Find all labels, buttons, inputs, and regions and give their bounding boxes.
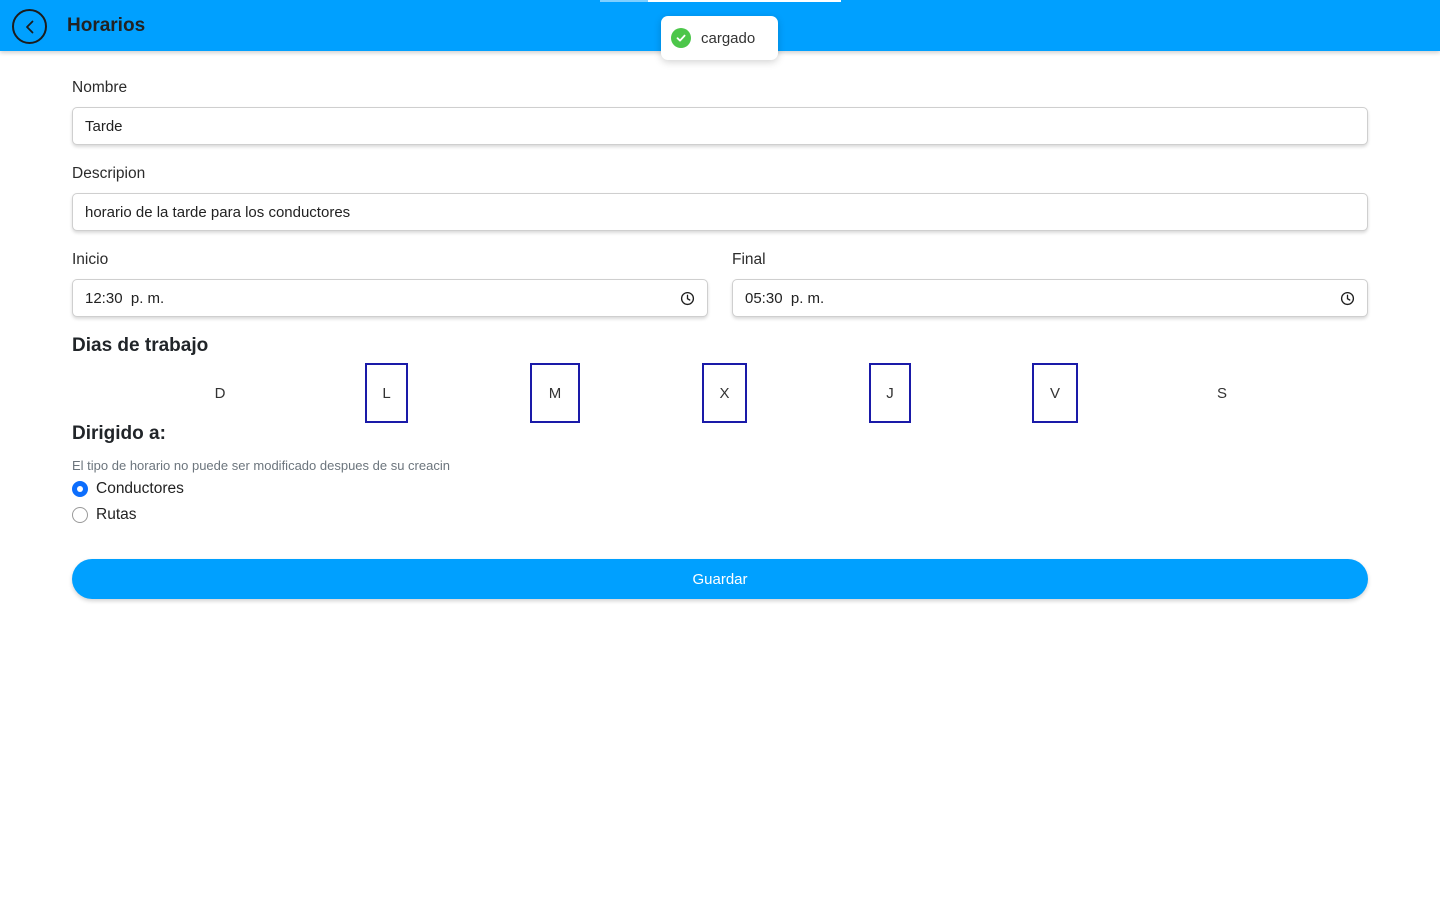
day-toggle-x[interactable]: X bbox=[702, 363, 747, 423]
radio-button[interactable] bbox=[72, 507, 88, 523]
toast-message: cargado bbox=[701, 29, 756, 47]
end-time-value: 05:30 p. m. bbox=[745, 289, 825, 307]
end-time-field[interactable]: 05:30 p. m. bbox=[732, 279, 1368, 317]
page-title: Horarios bbox=[67, 15, 146, 36]
name-value: Tarde bbox=[85, 117, 123, 135]
description-field[interactable]: horario de la tarde para los conductores bbox=[72, 193, 1368, 231]
chevron-left-icon bbox=[25, 20, 33, 33]
end-time-label: Final bbox=[732, 251, 766, 268]
workdays-title: Dias de trabajo bbox=[72, 335, 209, 356]
description-value: horario de la tarde para los conductores bbox=[85, 203, 351, 221]
day-toggle-s[interactable]: S bbox=[1202, 363, 1242, 423]
day-toggle-v[interactable]: V bbox=[1032, 363, 1078, 423]
loading-bar-fill bbox=[648, 0, 841, 2]
description-label: Descripion bbox=[72, 165, 146, 182]
name-field[interactable]: Tarde bbox=[72, 107, 1368, 145]
day-toggle-d[interactable]: D bbox=[200, 363, 240, 423]
clock-icon[interactable] bbox=[1340, 291, 1355, 306]
target-title: Dirigido a: bbox=[72, 423, 166, 444]
day-toggle-j[interactable]: J bbox=[869, 363, 911, 423]
day-toggle-l[interactable]: L bbox=[365, 363, 408, 423]
start-time-value: 12:30 p. m. bbox=[85, 289, 165, 307]
clock-icon[interactable] bbox=[680, 291, 695, 306]
start-time-label: Inicio bbox=[72, 251, 109, 268]
toast-notification: cargado bbox=[661, 16, 778, 60]
radio-option-conductores[interactable]: Conductores bbox=[72, 479, 184, 499]
radio-label: Rutas bbox=[96, 506, 137, 523]
radio-button[interactable] bbox=[72, 481, 88, 497]
target-hint: El tipo de horario no puede ser modifica… bbox=[72, 458, 450, 473]
day-toggle-m[interactable]: M bbox=[530, 363, 580, 423]
name-label: Nombre bbox=[72, 79, 128, 96]
save-button[interactable]: Guardar bbox=[72, 559, 1368, 599]
radio-option-rutas[interactable]: Rutas bbox=[72, 505, 137, 525]
radio-label: Conductores bbox=[96, 480, 184, 497]
start-time-field[interactable]: 12:30 p. m. bbox=[72, 279, 708, 317]
back-button[interactable] bbox=[12, 9, 47, 44]
check-circle-icon bbox=[671, 28, 691, 48]
